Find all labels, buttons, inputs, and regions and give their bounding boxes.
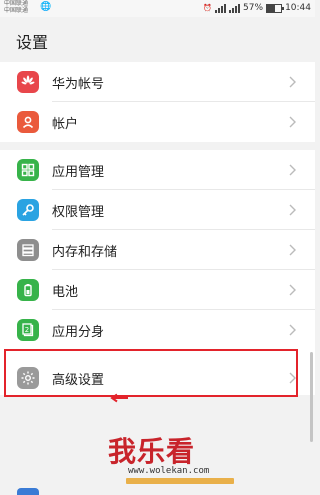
- svg-text:2: 2: [25, 326, 29, 334]
- highlight-box: [4, 349, 298, 397]
- watermark-strip: [126, 478, 234, 484]
- item-label: 应用分身: [52, 325, 105, 340]
- app-twin-icon: 2: [17, 319, 39, 341]
- chevron-right-icon: [289, 164, 296, 176]
- storage-icon: [17, 239, 39, 261]
- item-label: 权限管理: [52, 205, 105, 220]
- page-title: 设置: [16, 33, 49, 52]
- battery-icon: [17, 279, 39, 301]
- settings-item-storage[interactable]: 内存和存储: [0, 230, 315, 270]
- item-label: 应用管理: [52, 165, 105, 180]
- notification-icon: 🌐: [40, 2, 52, 12]
- item-label: 帐户: [52, 117, 79, 132]
- chevron-right-icon: [289, 244, 296, 256]
- settings-item-account[interactable]: 帐户: [0, 102, 315, 142]
- chevron-right-icon: [289, 76, 296, 88]
- battery-status-icon: [266, 3, 285, 13]
- alarm-icon: ⏰: [203, 4, 213, 12]
- account-person-icon: [17, 111, 39, 133]
- watermark-url: www.wolekan.com: [128, 466, 210, 476]
- watermark-text: 我乐看: [108, 435, 196, 468]
- arrow-annotation-icon: [110, 393, 128, 403]
- apps-grid-icon: [17, 159, 39, 181]
- huawei-logo-icon: [17, 71, 39, 93]
- key-icon: [17, 199, 39, 221]
- battery-percent: 57%: [243, 3, 264, 13]
- chevron-right-icon: [289, 324, 296, 336]
- settings-item-app-management[interactable]: 应用管理: [0, 150, 315, 190]
- carrier-2: 中国联通: [4, 7, 29, 14]
- settings-item-permissions[interactable]: 权限管理: [0, 190, 315, 230]
- carrier-info: 中国联通 中国联通: [4, 0, 28, 14]
- account-group: 华为帐号 帐户: [0, 62, 315, 142]
- carrier-1: 中国联通: [4, 0, 29, 7]
- signal-icon-2: [229, 3, 241, 13]
- chevron-right-icon: [289, 284, 296, 296]
- chevron-right-icon: [289, 116, 296, 128]
- next-item-icon: [17, 488, 39, 495]
- status-bar: 中国联通 中国联通 🌐 ⏰ 57% 10:44: [0, 0, 315, 17]
- item-label: 内存和存储: [52, 245, 118, 260]
- item-label: 华为帐号: [52, 77, 105, 92]
- status-right: ⏰ 57% 10:44: [203, 2, 311, 14]
- clock: 10:44: [285, 3, 311, 13]
- settings-item-battery[interactable]: 电池: [0, 270, 315, 310]
- item-label: 电池: [52, 285, 79, 300]
- watermark: 我乐看 www.wolekan.com: [108, 430, 308, 486]
- settings-item-app-twin[interactable]: 2 应用分身: [0, 310, 315, 350]
- scrollbar[interactable]: [310, 352, 313, 442]
- settings-item-huawei-account[interactable]: 华为帐号: [0, 62, 315, 102]
- signal-icon: [215, 3, 227, 13]
- chevron-right-icon: [289, 204, 296, 216]
